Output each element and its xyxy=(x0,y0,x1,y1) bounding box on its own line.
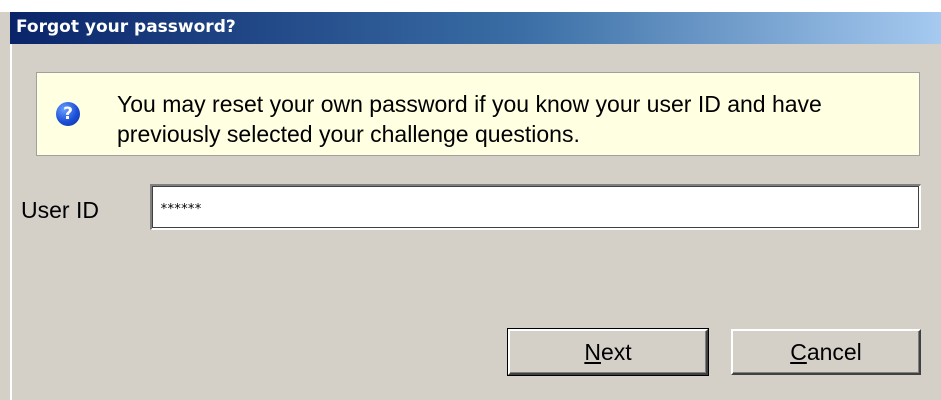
cancel-mnemonic: C xyxy=(790,339,807,365)
dialog-left-border xyxy=(10,44,13,400)
user-id-label: User ID xyxy=(21,197,99,223)
dialog-title-bar[interactable]: Forgot your password? xyxy=(10,12,941,44)
cancel-button[interactable]: Cancel xyxy=(731,329,921,375)
next-button[interactable]: Next xyxy=(507,328,709,376)
info-message-box: ? You may reset your own password if you… xyxy=(36,72,920,156)
info-message-text: You may reset your own password if you k… xyxy=(117,91,822,147)
background-window-fragment xyxy=(0,0,941,12)
next-label-rest: ext xyxy=(600,339,632,365)
cancel-label-rest: ancel xyxy=(806,339,862,365)
dialog-title: Forgot your password? xyxy=(16,17,236,37)
next-mnemonic: N xyxy=(584,339,601,365)
question-mark-icon: ? xyxy=(56,102,80,126)
user-id-input[interactable] xyxy=(150,184,921,230)
